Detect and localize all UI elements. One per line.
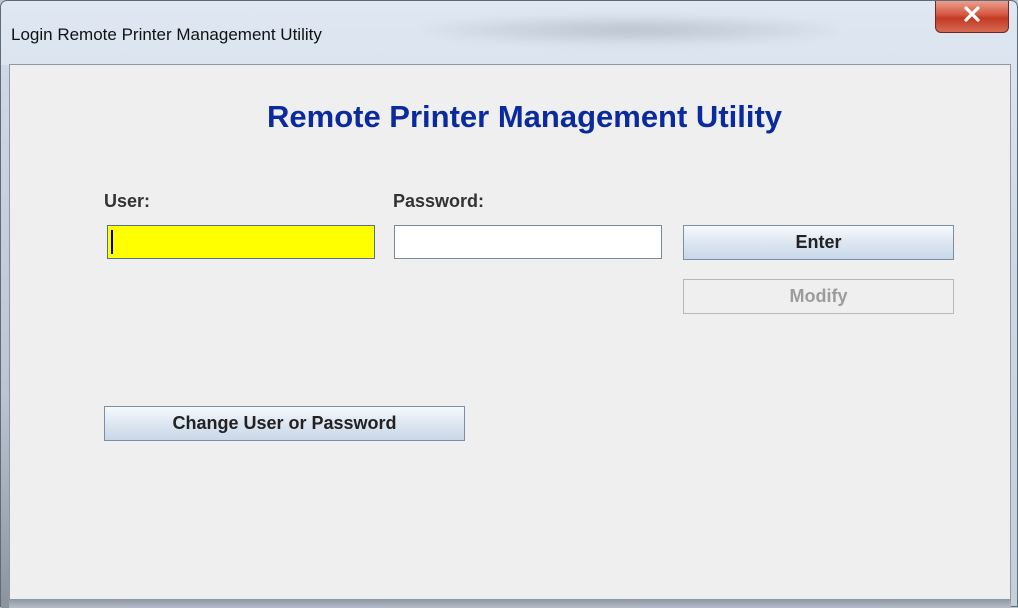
login-window: Login Remote Printer Management Utility … (0, 0, 1018, 608)
modify-button-label: Modify (789, 286, 848, 306)
window-left-frame (1, 65, 9, 608)
window-title: Login Remote Printer Management Utility (11, 25, 322, 44)
text-caret (111, 230, 113, 254)
title-bar-background-blur (421, 15, 841, 45)
password-label: Password: (393, 191, 485, 211)
enter-button-label: Enter (795, 232, 842, 252)
title-bar[interactable]: Login Remote Printer Management Utility (1, 1, 1017, 65)
user-input[interactable] (107, 225, 375, 259)
close-button[interactable] (935, 1, 1009, 33)
close-icon (963, 6, 981, 27)
user-label: User: (104, 191, 151, 211)
modify-button[interactable]: Modify (683, 279, 954, 314)
login-panel (9, 64, 1011, 600)
enter-button[interactable]: Enter (683, 225, 954, 260)
change-button-label: Change User or Password (172, 413, 397, 433)
change-user-or-password-button[interactable]: Change User or Password (104, 406, 465, 441)
app-heading: Remote Printer Management Utility (267, 99, 783, 134)
password-input[interactable] (394, 225, 662, 259)
